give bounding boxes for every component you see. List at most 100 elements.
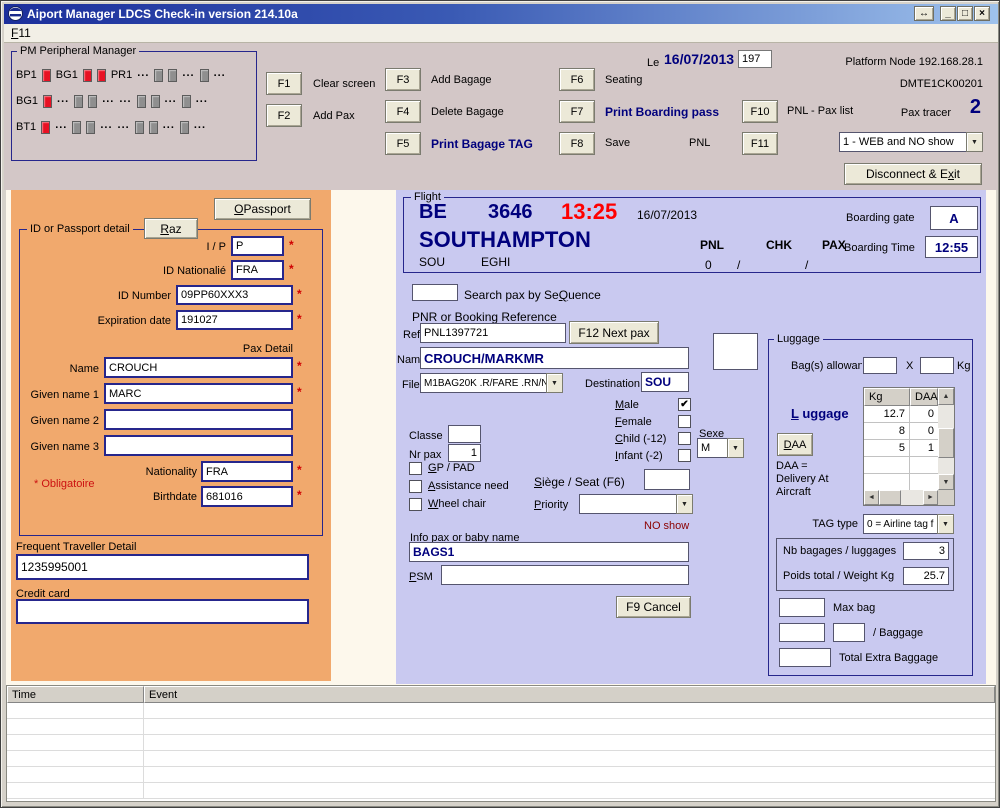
checkbox-label: Male [615, 399, 678, 411]
id-number-label: ID Number [61, 290, 171, 302]
peripheral-label: BP1 [16, 69, 37, 81]
peripheral-led-on [41, 121, 50, 134]
birthdate-mandatory-star: * [297, 488, 302, 502]
next-pax-button[interactable]: F12 Next pax [569, 321, 659, 344]
scroll-right-icon[interactable]: ► [923, 490, 938, 505]
weight-total-field[interactable]: 25.7 [903, 567, 949, 585]
nationality-field[interactable]: FRA [201, 461, 293, 482]
pax-name-field[interactable]: CROUCH/MARKMR [420, 347, 689, 369]
priority-dropdown[interactable]: ▼ [579, 494, 693, 514]
event-row [7, 719, 995, 735]
checkbox[interactable] [409, 498, 422, 511]
f6-button[interactable]: F6 [559, 68, 595, 91]
id-number-field[interactable]: 09PP60XXX3 [176, 285, 293, 305]
checkbox[interactable] [678, 432, 691, 445]
ip-field[interactable]: P [231, 236, 284, 256]
peripheral-row: BT1............... [16, 118, 254, 136]
luggage-group-title: Luggage [774, 333, 823, 345]
peripheral-led-off [154, 69, 163, 82]
peripheral-led-on [97, 69, 106, 82]
f10-button[interactable]: F10 [742, 100, 778, 123]
flight-number: 3646 [488, 201, 533, 224]
app-icon [8, 6, 23, 21]
f8-button[interactable]: F8 [559, 132, 595, 155]
name-field[interactable]: CROUCH [104, 357, 293, 378]
f4-button[interactable]: F4 [385, 100, 421, 123]
expiration-field[interactable]: 191027 [176, 310, 293, 330]
frequent-traveller-field[interactable]: 1235995001 [16, 554, 309, 580]
raz-button[interactable]: Raz [144, 218, 198, 239]
luggage-vscroll-thumb[interactable] [938, 428, 954, 458]
scroll-left-icon[interactable]: ◄ [864, 490, 879, 505]
luggage-table-body: 12.708051 [864, 406, 938, 490]
id-nationality-field[interactable]: FRA [231, 260, 284, 280]
checkbox[interactable]: ✔ [678, 398, 691, 411]
birthdate-field[interactable]: 681016 [201, 486, 293, 507]
peripheral-dots: ... [182, 67, 194, 79]
allowance-kg-label: Kg [957, 360, 970, 372]
file-dropdown[interactable]: M1BAG20K .R/FARE .RN/N ▼ [420, 373, 563, 393]
time-column-header[interactable]: Time [7, 686, 144, 703]
sexe-dropdown[interactable]: M ▼ [697, 438, 744, 458]
boarding-gate-field[interactable]: A [930, 206, 978, 230]
passport-button[interactable]: O Passport [214, 198, 311, 220]
scroll-down-icon[interactable]: ▼ [938, 474, 954, 490]
f7-button[interactable]: F7 [559, 100, 595, 123]
credit-card-field[interactable] [16, 599, 309, 624]
checkbox[interactable] [678, 415, 691, 428]
checkbox[interactable] [409, 462, 422, 475]
chevron-down-icon[interactable]: ▼ [546, 373, 563, 393]
disconnect-exit-button[interactable]: Disconnect & Exit [844, 163, 982, 185]
resize-icon[interactable]: ↔ [914, 6, 934, 21]
given1-field[interactable]: MARC [104, 383, 293, 404]
scroll-up-icon[interactable]: ▲ [938, 388, 954, 405]
f1-button[interactable]: F1 [266, 72, 302, 95]
f11-button[interactable]: F11 [742, 132, 778, 155]
file-value: M1BAG20K .R/FARE .RN/N [420, 373, 546, 393]
ref-field[interactable]: PNL1397721 [420, 323, 566, 343]
allowance-count-field[interactable] [863, 357, 897, 374]
per-baggage-field1[interactable] [779, 623, 825, 642]
allowance-label: Bag(s) allowance [791, 360, 862, 372]
info-pax-field[interactable]: BAGS1 [409, 542, 689, 562]
luggage-hscroll-thumb[interactable] [879, 490, 901, 505]
psm-field[interactable] [441, 565, 689, 585]
f3-button[interactable]: F3 [385, 68, 421, 91]
allowance-weight-field[interactable] [920, 357, 954, 374]
event-time-cell [7, 783, 144, 798]
classe-field[interactable] [448, 425, 481, 443]
seat-field[interactable] [644, 469, 690, 490]
given2-field[interactable] [104, 409, 293, 430]
checkbox[interactable] [409, 480, 422, 493]
f2-button[interactable]: F2 [266, 104, 302, 127]
sequence-field[interactable] [412, 284, 458, 301]
event-column-header[interactable]: Event [144, 686, 995, 703]
peripheral-led-off [151, 95, 160, 108]
daa-note-line2: Delivery At [776, 473, 829, 486]
chevron-down-icon[interactable]: ▼ [937, 514, 954, 534]
boarding-time-field[interactable]: 12:55 [925, 236, 978, 258]
max-bag-field[interactable] [779, 598, 825, 617]
luggage-hscrollbar[interactable] [901, 490, 923, 505]
f5-button[interactable]: F5 [385, 132, 421, 155]
maximize-icon[interactable]: □ [957, 6, 973, 21]
sequence-label: Search pax by SeQuence [464, 288, 601, 302]
total-extra-field[interactable] [779, 648, 831, 667]
cancel-button[interactable]: F9 Cancel [616, 596, 691, 618]
given3-field[interactable] [104, 435, 293, 456]
luggage-link[interactable]: L uggage [791, 406, 849, 421]
chevron-down-icon[interactable]: ▼ [966, 132, 983, 152]
tag-type-dropdown[interactable]: 0 = Airline tag f ▼ [863, 514, 954, 534]
chevron-down-icon[interactable]: ▼ [676, 494, 693, 514]
daa-button[interactable]: DAA [777, 433, 813, 456]
close-icon[interactable]: × [974, 6, 990, 21]
destination-field[interactable]: SOU [641, 372, 689, 392]
menu-item-f11[interactable]: F11 [11, 26, 31, 40]
pnl-filter-dropdown[interactable]: 1 - WEB and NO show ▼ [839, 132, 983, 152]
minimize-icon[interactable]: _ [940, 6, 956, 21]
chevron-down-icon[interactable]: ▼ [727, 438, 744, 458]
peripheral-dots: ... [163, 119, 175, 131]
per-baggage-field2[interactable] [833, 623, 865, 642]
nb-bagages-field[interactable]: 3 [903, 542, 949, 560]
checkbox[interactable] [678, 449, 691, 462]
